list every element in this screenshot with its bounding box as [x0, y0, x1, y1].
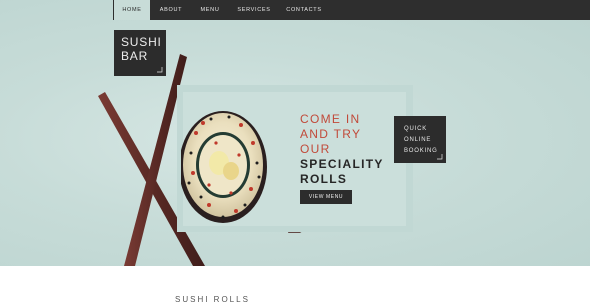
section-heading: SUSHI ROLLS	[175, 295, 250, 304]
nav-item-menu[interactable]: MENU	[193, 0, 227, 20]
headline-line: OUR	[300, 142, 331, 156]
content-section	[0, 266, 590, 300]
logo-line: SUSHI	[121, 35, 162, 49]
headline-line: AND TRY	[300, 127, 362, 141]
hero-headline: COME IN AND TRY OUR SPECIALITY ROLLS	[300, 112, 384, 187]
corner-ornament-icon	[437, 154, 443, 160]
headline-line: COME IN	[300, 112, 361, 126]
nav-item-services[interactable]: SERVICES	[233, 0, 275, 20]
sushi-roll-image	[181, 93, 279, 226]
booking-label-line: QUICK	[404, 126, 428, 132]
nav-item-home[interactable]: HOME	[114, 0, 150, 20]
nav-item-about[interactable]: ABOUT	[153, 0, 189, 20]
headline-line-bold: ROLLS	[300, 172, 348, 186]
nav-item-contacts[interactable]: CONTACTS	[283, 0, 325, 20]
corner-ornament-icon	[157, 67, 163, 73]
booking-label-line: ONLINE	[404, 137, 432, 143]
view-menu-button[interactable]: VIEW MENU	[300, 190, 352, 204]
headline-line-bold: SPECIALITY	[300, 157, 384, 171]
sushi-bar-logo[interactable]: SUSHI BAR	[114, 30, 166, 76]
quick-online-booking-button[interactable]: QUICK ONLINE BOOKING	[394, 116, 446, 163]
hero-section: COME IN AND TRY OUR SPECIALITY ROLLS VIE…	[0, 0, 590, 266]
top-navigation: HOME ABOUT MENU SERVICES CONTACTS	[113, 0, 590, 20]
logo-line: BAR	[121, 49, 149, 63]
